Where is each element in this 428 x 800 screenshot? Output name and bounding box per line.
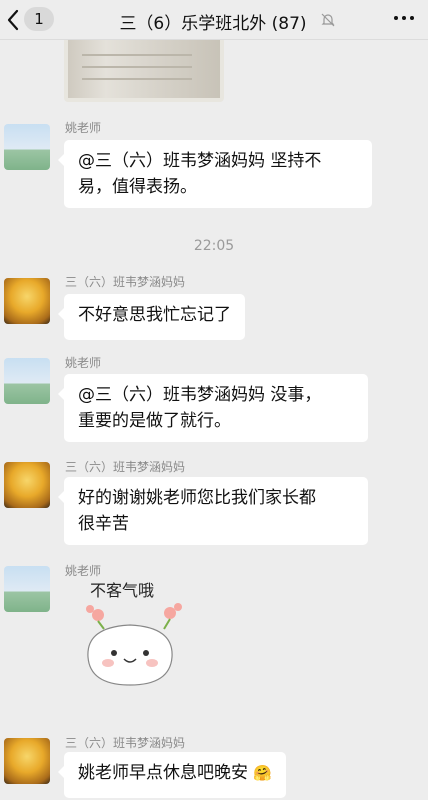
avatar[interactable] <box>4 738 50 784</box>
message-text: 好的谢谢姚老师您比我们家长都 <box>78 488 316 508</box>
dot-icon <box>402 16 406 20</box>
message-bubble[interactable]: 不好意思我忙忘记了 <box>58 294 245 340</box>
unread-badge[interactable]: 1 <box>24 7 54 31</box>
smiling-bun-sticker-icon <box>86 603 182 686</box>
sender-name: 姚老师 <box>65 121 102 135</box>
message-text: 重要的是做了就行。 <box>78 411 231 431</box>
mute-bell-icon <box>321 13 335 27</box>
message-text: 姚老师早点休息吧晚安 <box>78 763 248 783</box>
chevron-left-icon <box>7 9 19 31</box>
chat-header: 1 三（6）乐学班北外 (87) <box>0 0 428 40</box>
message-text: 易，值得表扬。 <box>78 177 197 197</box>
photo-detail <box>82 54 192 56</box>
sender-name: 姚老师 <box>65 356 102 370</box>
photo-detail <box>82 66 192 68</box>
message-text: 很辛苦 <box>78 514 129 534</box>
photo-thumbnail <box>68 40 220 98</box>
message-text: @三（六）班韦梦涵妈妈 坚持不 <box>78 151 322 171</box>
avatar[interactable] <box>4 278 50 324</box>
message-bubble[interactable]: @三（六）班韦梦涵妈妈 没事， 重要的是做了就行。 <box>58 374 368 442</box>
sender-name: 三（六）班韦梦涵妈妈 <box>65 460 186 474</box>
avatar[interactable] <box>4 462 50 508</box>
sticker-message[interactable]: 不客气哦 <box>70 573 190 693</box>
image-message[interactable] <box>64 40 224 102</box>
timestamp: 22:05 <box>193 238 235 254</box>
message-text: @三（六）班韦梦涵妈妈 没事， <box>78 385 322 405</box>
chat-title: 三（6）乐学班北外 (87) <box>119 14 307 34</box>
avatar[interactable] <box>4 566 50 612</box>
chat-area[interactable]: 姚老师 @三（六）班韦梦涵妈妈 坚持不 易，值得表扬。 22:05 三（六）班韦… <box>0 40 428 800</box>
more-options-button[interactable] <box>394 16 414 20</box>
back-button[interactable] <box>6 6 20 34</box>
sender-name: 三（六）班韦梦涵妈妈 <box>65 275 186 289</box>
message-text: 不好意思我忙忘记了 <box>78 305 231 325</box>
message-bubble[interactable]: @三（六）班韦梦涵妈妈 坚持不 易，值得表扬。 <box>58 140 372 208</box>
message-bubble[interactable]: 姚老师早点休息吧晚安 🤗 <box>57 752 287 798</box>
dot-icon <box>410 16 414 20</box>
sender-name: 三（六）班韦梦涵妈妈 <box>65 736 186 750</box>
hugging-face-emoji-icon: 🤗 <box>253 764 273 782</box>
message-bubble[interactable]: 好的谢谢姚老师您比我们家长都 很辛苦 <box>58 477 368 545</box>
photo-detail <box>82 78 192 80</box>
avatar[interactable] <box>4 358 50 404</box>
avatar[interactable] <box>4 124 50 170</box>
dot-icon <box>394 16 398 20</box>
